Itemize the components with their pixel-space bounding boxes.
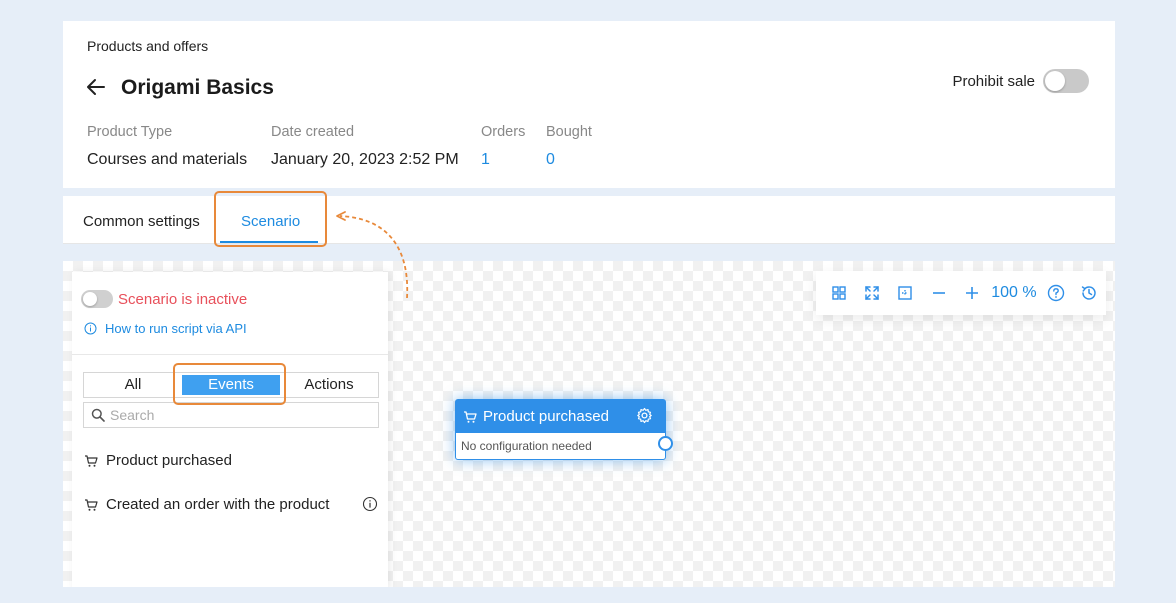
fit-icon[interactable]	[889, 276, 922, 310]
bought-count-link[interactable]: 0	[546, 151, 592, 169]
meta-label: Orders	[481, 124, 526, 140]
event-item-order-created[interactable]: Created an order with the product	[84, 496, 384, 513]
api-help-link[interactable]: How to run script via API	[84, 321, 247, 336]
cart-icon	[85, 498, 98, 511]
meta-label: Product Type	[87, 124, 173, 140]
help-icon[interactable]	[1039, 276, 1072, 310]
node-title: Product purchased	[483, 408, 609, 425]
canvas-toolbar: 100 %	[816, 271, 1106, 315]
info-icon	[84, 322, 97, 335]
grid-icon[interactable]	[822, 276, 855, 310]
event-item-label: Created an order with the product	[106, 496, 330, 513]
meta-date-created: Date created January 20, 2023 2:52 PM	[271, 124, 459, 169]
prohibit-sale-label: Prohibit sale	[952, 72, 1035, 90]
scenario-active-toggle[interactable]	[81, 290, 113, 308]
divider	[72, 354, 388, 355]
events-segment-highlight	[173, 363, 286, 405]
breadcrumb[interactable]: Products and offers	[87, 38, 208, 54]
meta-value: January 20, 2023 2:52 PM	[271, 151, 459, 168]
scenario-status: Scenario is inactive	[81, 290, 247, 308]
node-output-port[interactable]	[658, 436, 673, 451]
prohibit-sale: Prohibit sale	[952, 69, 1089, 93]
scenario-tab-highlight	[214, 191, 327, 247]
zoom-in-icon[interactable]	[955, 276, 988, 310]
search-input[interactable]	[110, 407, 370, 423]
segment-all[interactable]: All	[84, 373, 182, 397]
zoom-level: 100 %	[991, 284, 1037, 301]
orders-count-link[interactable]: 1	[481, 151, 525, 169]
scenario-canvas[interactable]: Scenario is inactive How to run script v…	[63, 261, 1115, 587]
product-header: Products and offers Origami Basics Prohi…	[63, 21, 1115, 188]
fullscreen-icon[interactable]	[855, 276, 888, 310]
prohibit-sale-toggle[interactable]	[1043, 69, 1089, 93]
history-icon[interactable]	[1073, 276, 1106, 310]
node-description: No configuration needed	[461, 439, 592, 453]
back-arrow-icon[interactable]	[85, 76, 107, 98]
cart-icon	[85, 454, 98, 467]
meta-label: Bought	[546, 124, 592, 140]
zoom-out-icon[interactable]	[922, 276, 955, 310]
event-item-label: Product purchased	[106, 452, 232, 469]
node-header: Product purchased	[456, 400, 665, 433]
scenario-sidebar: Scenario is inactive How to run script v…	[72, 272, 388, 587]
tab-common-settings[interactable]: Common settings	[83, 213, 200, 230]
event-item-product-purchased[interactable]: Product purchased	[84, 452, 384, 469]
meta-bought: Bought 0	[546, 124, 592, 169]
event-node-product-purchased[interactable]: Product purchased No configuration neede…	[455, 399, 673, 460]
api-help-text: How to run script via API	[105, 321, 247, 336]
cart-icon	[464, 410, 477, 423]
info-icon[interactable]	[362, 496, 378, 512]
page-title: Origami Basics	[121, 76, 274, 99]
meta-label: Date created	[271, 124, 355, 140]
meta-value: Courses and materials	[87, 151, 248, 168]
search-icon	[91, 408, 105, 422]
scenario-status-text: Scenario is inactive	[118, 290, 248, 308]
meta-product-type: Product Type Courses and materials	[87, 124, 247, 169]
event-search	[83, 402, 379, 428]
meta-orders: Orders 1	[481, 124, 525, 169]
segment-actions[interactable]: Actions	[280, 373, 378, 397]
gear-icon[interactable]	[636, 407, 653, 424]
